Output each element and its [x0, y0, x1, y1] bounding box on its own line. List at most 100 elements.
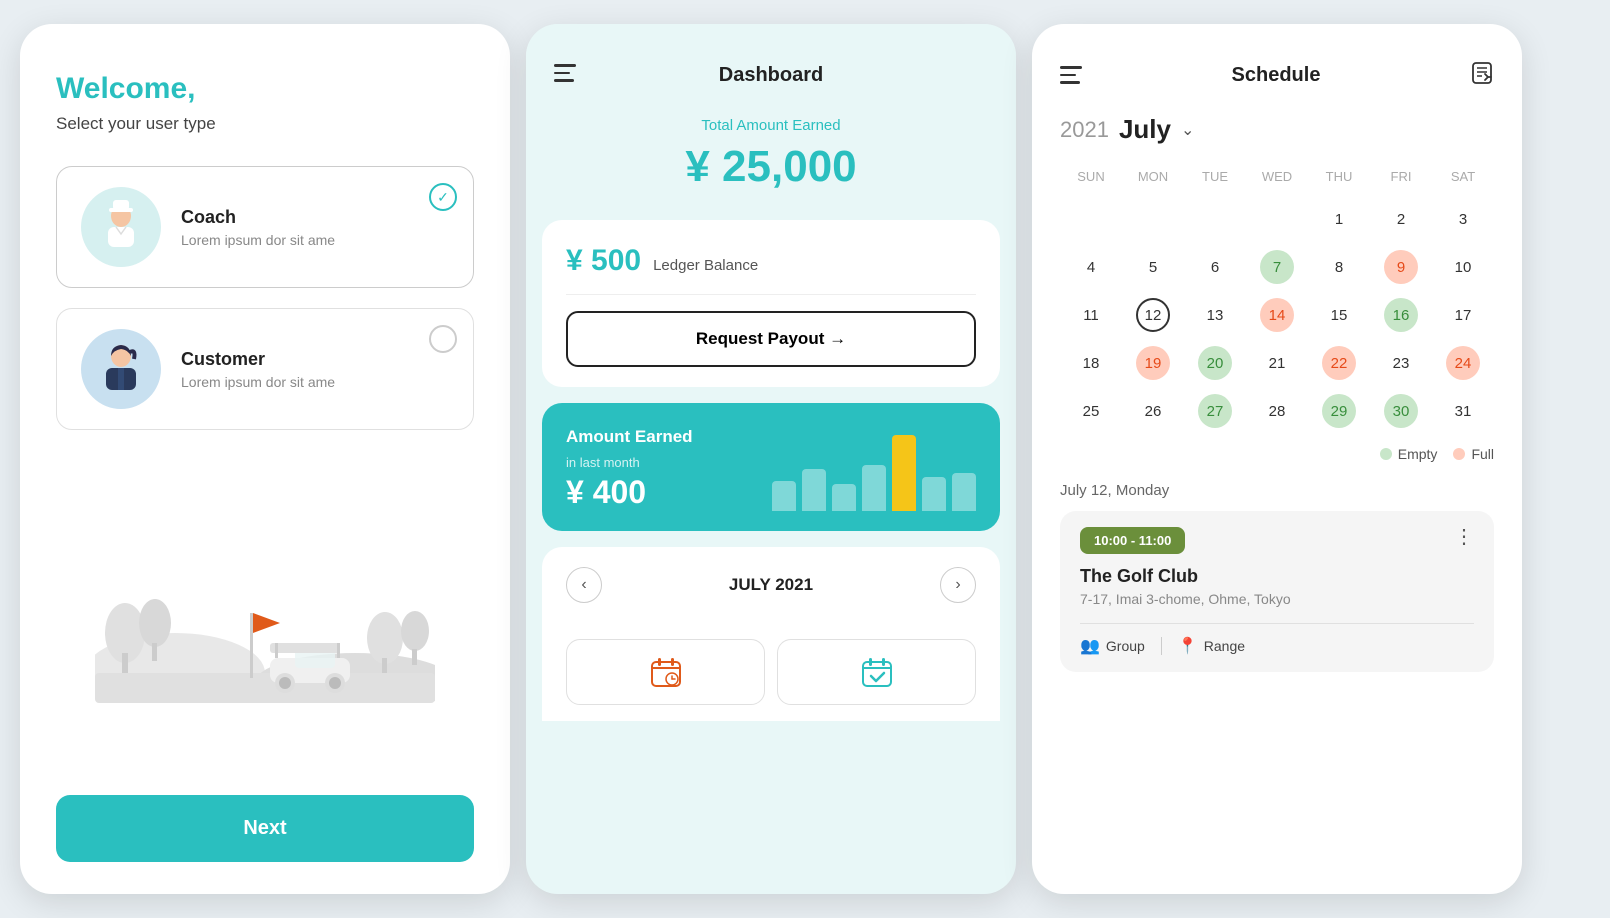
- cal-cell-20[interactable]: 20: [1184, 340, 1246, 386]
- day-label-mon: MON: [1122, 165, 1184, 188]
- dashboard-header: Dashboard: [526, 24, 1016, 107]
- cal-cell-19[interactable]: 19: [1122, 340, 1184, 386]
- calendar-title: JULY 2021: [729, 575, 813, 595]
- cal-cell-1[interactable]: 1: [1308, 196, 1370, 242]
- cal-cell-23[interactable]: 23: [1370, 340, 1432, 386]
- welcome-screen: Welcome, Select your user type ✓: [20, 24, 510, 894]
- welcome-subtitle: Select your user type: [56, 114, 474, 134]
- cal-cell-15[interactable]: 15: [1308, 292, 1370, 338]
- total-amount: ¥ 25,000: [554, 142, 988, 192]
- prev-month-button[interactable]: ‹: [566, 567, 602, 603]
- cal-cell-27[interactable]: 27: [1184, 388, 1246, 434]
- cal-cell-21[interactable]: 21: [1246, 340, 1308, 386]
- coach-desc: Lorem ipsum dor sit ame: [181, 232, 335, 248]
- cal-cell-4[interactable]: 4: [1060, 244, 1122, 290]
- earned-text: Amount Earned in last month ¥ 400: [566, 427, 756, 511]
- legend-row: Empty Full: [1060, 446, 1494, 462]
- cal-cell-18[interactable]: 18: [1060, 340, 1122, 386]
- booking-icon-card[interactable]: [777, 639, 976, 705]
- calendar-body: 1234567891011121314151617181920212223242…: [1060, 196, 1494, 434]
- group-label: Group: [1106, 638, 1145, 654]
- cal-cell-6[interactable]: 6: [1184, 244, 1246, 290]
- payout-button[interactable]: Request Payout →: [566, 311, 976, 367]
- cal-cell-14[interactable]: 14: [1246, 292, 1308, 338]
- bar-0: [772, 481, 796, 511]
- day-label-tue: TUE: [1184, 165, 1246, 188]
- cal-cell-25[interactable]: 25: [1060, 388, 1122, 434]
- day-label-sat: SAT: [1432, 165, 1494, 188]
- cal-cell-empty: [1060, 196, 1122, 242]
- cal-cell-empty: [1122, 196, 1184, 242]
- bar-1: [802, 469, 826, 511]
- customer-avatar: [81, 329, 161, 409]
- cal-cell-5[interactable]: 5: [1122, 244, 1184, 290]
- next-button[interactable]: Next: [56, 795, 474, 862]
- earned-card: Amount Earned in last month ¥ 400: [542, 403, 1000, 531]
- ledger-row: ¥ 500 Ledger Balance: [566, 244, 976, 295]
- coach-info: Coach Lorem ipsum dor sit ame: [181, 207, 335, 248]
- cal-cell-24[interactable]: 24: [1432, 340, 1494, 386]
- cal-cell-11[interactable]: 11: [1060, 292, 1122, 338]
- cal-cell-17[interactable]: 17: [1432, 292, 1494, 338]
- coach-card[interactable]: ✓ Coach Lorem i: [56, 166, 474, 288]
- cal-cell-16[interactable]: 16: [1370, 292, 1432, 338]
- full-dot: [1453, 448, 1465, 460]
- cal-cell-8[interactable]: 8: [1308, 244, 1370, 290]
- cal-cell-22[interactable]: 22: [1308, 340, 1370, 386]
- year-label: 2021: [1060, 117, 1109, 143]
- range-label: Range: [1204, 638, 1245, 654]
- customer-info: Customer Lorem ipsum dor sit ame: [181, 349, 335, 390]
- tag-divider: [1161, 637, 1162, 655]
- calendar-days-header: SUNMONTUEWEDTHUFRISAT: [1060, 165, 1494, 188]
- schedule-screen: Schedule 2021 July ⌄ SUNMONTUEWEDTHUFRIS: [1032, 24, 1522, 894]
- check-icon: ✓: [429, 183, 457, 211]
- bar-3: [862, 465, 886, 511]
- bar-2: [832, 484, 856, 511]
- cal-cell-7[interactable]: 7: [1246, 244, 1308, 290]
- dashboard-title: Dashboard: [719, 64, 823, 87]
- schedule-menu-icon[interactable]: [1060, 66, 1082, 84]
- calendar-nav: ‹ JULY 2021 ›: [542, 547, 1000, 623]
- cal-cell-9[interactable]: 9: [1370, 244, 1432, 290]
- customer-desc: Lorem ipsum dor sit ame: [181, 374, 335, 390]
- coach-avatar: [81, 187, 161, 267]
- day-label-sun: SUN: [1060, 165, 1122, 188]
- bar-chart: [772, 431, 976, 511]
- earned-period: in last month: [566, 455, 756, 470]
- cal-cell-12[interactable]: 12: [1122, 292, 1184, 338]
- event-address: 7-17, Imai 3-chome, Ohme, Tokyo: [1080, 591, 1474, 607]
- event-more-button[interactable]: ⋮: [1454, 527, 1474, 547]
- cal-cell-28[interactable]: 28: [1246, 388, 1308, 434]
- dashboard-screen: Dashboard Total Amount Earned ¥ 25,000 ¥…: [526, 24, 1016, 894]
- cal-cell-3[interactable]: 3: [1432, 196, 1494, 242]
- screens-container: Welcome, Select your user type ✓: [20, 24, 1590, 894]
- empty-dot: [1380, 448, 1392, 460]
- cal-cell-2[interactable]: 2: [1370, 196, 1432, 242]
- month-year-row: 2021 July ⌄: [1060, 114, 1494, 145]
- month-dropdown-arrow[interactable]: ⌄: [1181, 120, 1194, 140]
- cal-cell-26[interactable]: 26: [1122, 388, 1184, 434]
- full-label: Full: [1471, 446, 1494, 462]
- schedule-title: Schedule: [1232, 64, 1321, 87]
- day-label-fri: FRI: [1370, 165, 1432, 188]
- edit-icon[interactable]: [1470, 60, 1494, 90]
- next-month-button[interactable]: ›: [940, 567, 976, 603]
- ledger-amount: ¥ 500: [566, 244, 641, 278]
- event-tags: 👥 Group 📍 Range: [1080, 623, 1474, 656]
- menu-icon[interactable]: [554, 64, 576, 82]
- range-icon: 📍: [1178, 636, 1198, 656]
- calendar-clock-icon: [650, 656, 682, 688]
- group-tag: 👥 Group: [1080, 636, 1145, 656]
- cal-cell-31[interactable]: 31: [1432, 388, 1494, 434]
- calendar-check-icon: [861, 656, 893, 688]
- bar-6: [952, 473, 976, 511]
- bar-5: [922, 477, 946, 511]
- month-label: July: [1119, 114, 1171, 145]
- cal-cell-10[interactable]: 10: [1432, 244, 1494, 290]
- event-venue: The Golf Club: [1080, 566, 1474, 587]
- schedule-icon-card[interactable]: [566, 639, 765, 705]
- customer-card[interactable]: Customer Lorem ipsum dor sit ame: [56, 308, 474, 430]
- cal-cell-29[interactable]: 29: [1308, 388, 1370, 434]
- cal-cell-30[interactable]: 30: [1370, 388, 1432, 434]
- cal-cell-13[interactable]: 13: [1184, 292, 1246, 338]
